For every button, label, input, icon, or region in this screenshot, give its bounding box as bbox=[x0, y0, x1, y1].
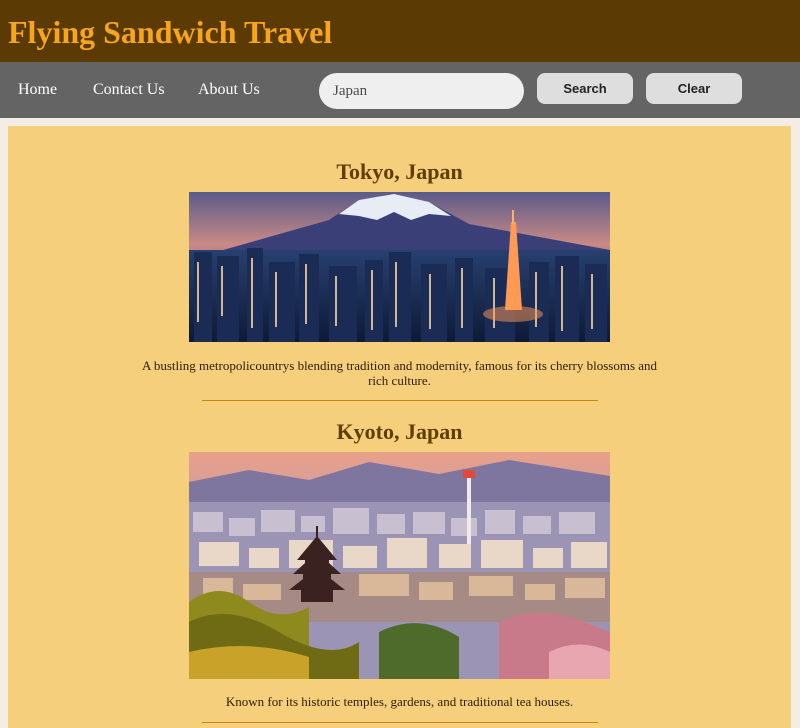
destination-title: Kyoto, Japan bbox=[336, 419, 463, 444]
nav-link-home[interactable]: Home bbox=[18, 81, 57, 99]
destination-divider bbox=[202, 722, 598, 723]
site-brand[interactable]: Flying Sandwich Travel bbox=[8, 14, 332, 51]
destination-description: Known for its historic temples, gardens,… bbox=[225, 694, 574, 709]
destination-description: A bustling metropolicountrys blending tr… bbox=[141, 358, 658, 388]
destination-title: Tokyo, Japan bbox=[336, 159, 463, 184]
tokyo-photo bbox=[189, 192, 610, 342]
results-panel: Tokyo, Japan A bustling metropolicountry… bbox=[8, 126, 791, 728]
site-header: Flying Sandwich Travel bbox=[0, 0, 800, 62]
kyoto-photo bbox=[189, 452, 610, 679]
destination-divider bbox=[202, 400, 598, 401]
nav-link-contact[interactable]: Contact Us bbox=[93, 81, 165, 99]
search-input[interactable] bbox=[319, 73, 524, 109]
clear-button[interactable]: Clear bbox=[646, 73, 742, 104]
search-button[interactable]: Search bbox=[537, 73, 633, 104]
nav-link-about[interactable]: About Us bbox=[198, 81, 260, 99]
